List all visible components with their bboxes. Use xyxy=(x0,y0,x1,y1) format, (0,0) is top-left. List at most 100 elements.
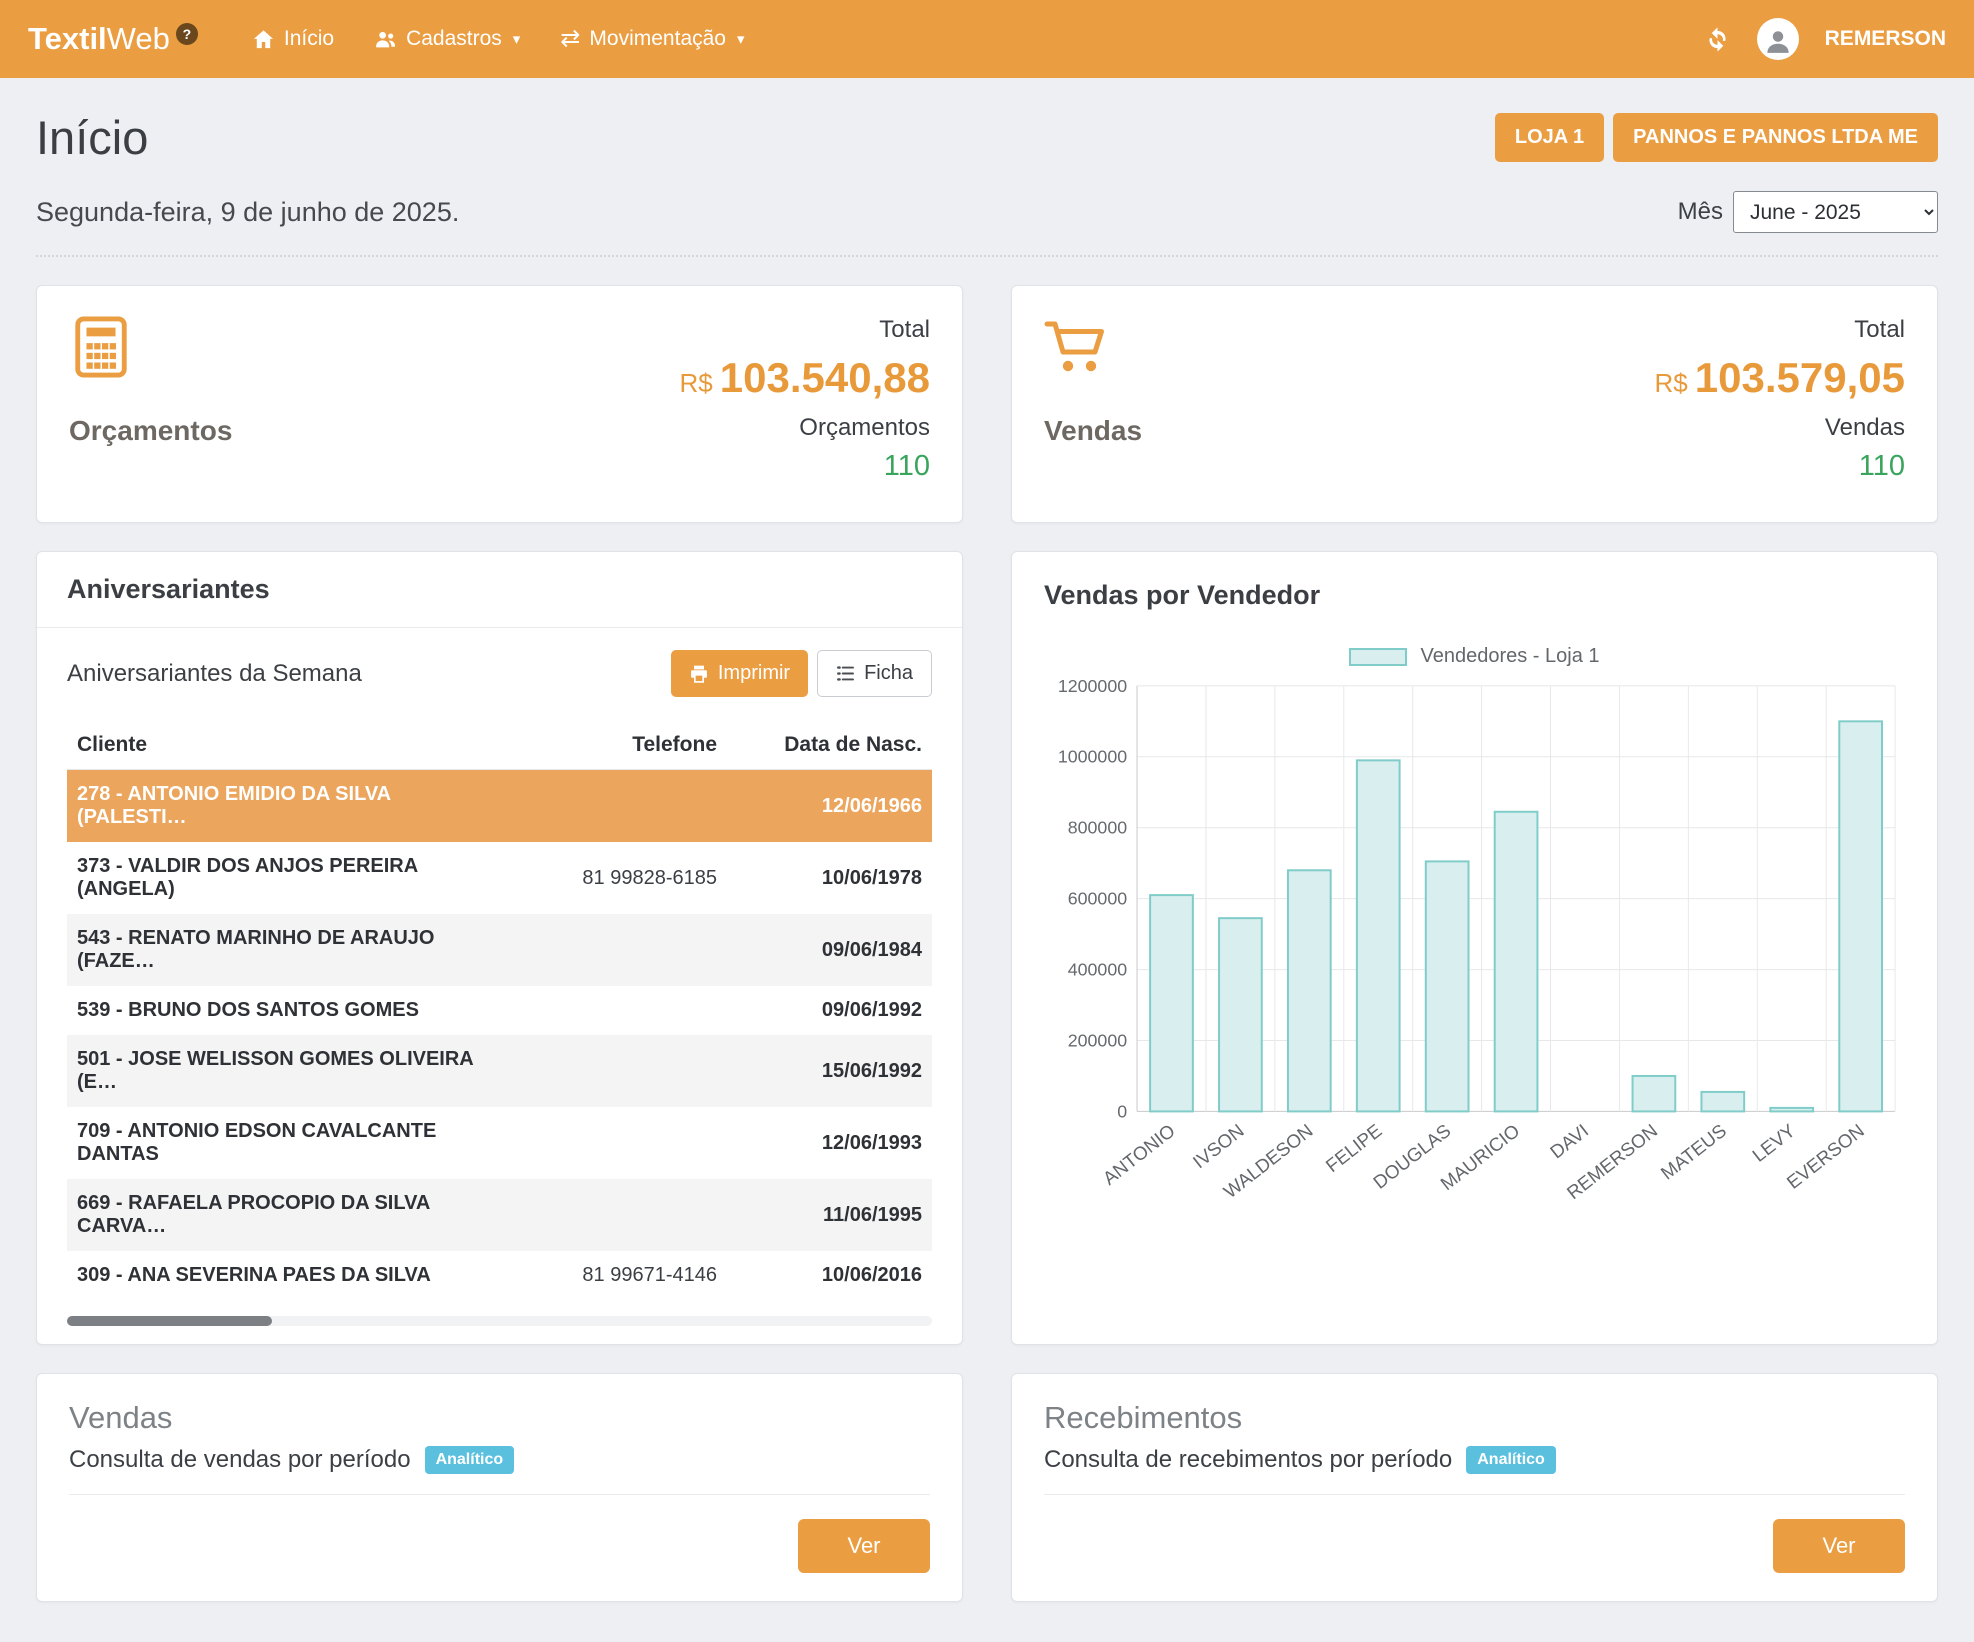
birthdate-cell: 09/06/1992 xyxy=(727,986,932,1035)
vendas-chart-svg: 020000040000060000080000010000001200000A… xyxy=(1044,674,1905,1228)
analitico-badge: Analítico xyxy=(1466,1446,1556,1474)
refresh-icon[interactable] xyxy=(1704,26,1731,53)
nav-item-inicio[interactable]: Início xyxy=(232,0,354,78)
ver-vendas-button[interactable]: Ver xyxy=(798,1519,930,1573)
navbar-right: REMERSON xyxy=(1704,18,1946,60)
nav-item-cadastros[interactable]: Cadastros ▾ xyxy=(354,0,540,78)
x-tick-label: ANTONIO xyxy=(1099,1120,1179,1189)
table-row[interactable]: 669 - RAFAELA PROCOPIO DA SILVA CARVA… 11… xyxy=(67,1179,932,1251)
page-date: Segunda-feira, 9 de junho de 2025. xyxy=(36,197,459,228)
birthdate-cell: 12/06/1966 xyxy=(727,770,932,843)
phone-cell xyxy=(502,1179,727,1251)
birthdays-table: Cliente Telefone Data de Nasc. 278 - ANT… xyxy=(67,721,932,1300)
table-row[interactable]: 709 - ANTONIO EDSON CAVALCANTE DANTAS 12/… xyxy=(67,1107,932,1179)
vendas-report-card: Vendas Consulta de vendas por período An… xyxy=(36,1373,963,1602)
ficha-button[interactable]: Ficha xyxy=(817,650,932,697)
calculator-icon xyxy=(69,316,232,383)
table-row[interactable]: 278 - ANTONIO EMIDIO DA SILVA (PALESTI… 1… xyxy=(67,770,932,843)
username[interactable]: REMERSON xyxy=(1825,27,1946,51)
aniversariantes-card: Aniversariantes Aniversariantes da Seman… xyxy=(36,551,963,1345)
table-row[interactable]: 539 - BRUNO DOS SANTOS GOMES09/06/1992 xyxy=(67,986,932,1035)
imprimir-button[interactable]: Imprimir xyxy=(671,650,808,697)
table-scrollbar-track xyxy=(67,1316,932,1326)
navbar: TextilWeb ? Início Cadastros ▾ ⇄ Movimen… xyxy=(0,0,1974,78)
y-tick-label: 200000 xyxy=(1068,1030,1127,1050)
orcamentos-total-value: R$103.540,88 xyxy=(680,354,930,402)
recebimentos-report-description: Consulta de recebimentos por período xyxy=(1044,1446,1452,1474)
nav-label: Cadastros xyxy=(406,27,502,51)
chart-legend[interactable]: Vendedores - Loja 1 xyxy=(1044,645,1905,668)
birthdate-cell: 12/06/1993 xyxy=(727,1107,932,1179)
avatar[interactable] xyxy=(1757,18,1799,60)
client-cell: 543 - RENATO MARINHO DE ARAUJO (FAZE… xyxy=(67,914,502,986)
company-button[interactable]: PANNOS E PANNOS LTDA ME xyxy=(1613,113,1938,162)
money-value: 103.540,88 xyxy=(720,354,930,401)
orcamentos-count: 110 xyxy=(680,450,930,483)
summary-row: Orçamentos Total R$103.540,88 Orçamentos… xyxy=(36,285,1938,523)
ver-recebimentos-button[interactable]: Ver xyxy=(1773,1519,1905,1573)
orcamentos-label: Orçamentos xyxy=(69,415,232,447)
home-icon xyxy=(252,28,275,51)
month-picker: Mês June - 2025 xyxy=(1678,191,1938,233)
table-row[interactable]: 501 - JOSE WELISSON GOMES OLIVEIRA (E…15… xyxy=(67,1035,932,1107)
analitico-badge: Analítico xyxy=(425,1446,515,1474)
vendas-total-value: R$103.579,05 xyxy=(1655,354,1905,402)
phone-cell xyxy=(502,914,727,986)
y-tick-label: 1000000 xyxy=(1058,747,1127,767)
vendas-count: 110 xyxy=(1655,450,1905,483)
page-title: Início xyxy=(36,110,148,165)
list-icon xyxy=(836,664,855,683)
brand-web: Web xyxy=(107,21,170,57)
help-icon[interactable]: ? xyxy=(176,23,198,45)
brand-textil: Textil xyxy=(28,21,107,57)
bar-waldeson xyxy=(1288,870,1331,1111)
total-label: Total xyxy=(1655,316,1905,344)
table-header-row: Cliente Telefone Data de Nasc. xyxy=(67,721,932,770)
middle-row: Aniversariantes Aniversariantes da Seman… xyxy=(36,551,1938,1345)
month-select[interactable]: June - 2025 xyxy=(1733,191,1938,233)
store-button[interactable]: LOJA 1 xyxy=(1495,113,1604,162)
header-row: Início LOJA 1 PANNOS E PANNOS LTDA ME xyxy=(36,110,1938,165)
birthdate-cell: 10/06/2016 xyxy=(727,1251,932,1300)
chevron-down-icon: ▾ xyxy=(737,30,745,48)
y-tick-label: 400000 xyxy=(1068,960,1127,980)
brand-logo[interactable]: TextilWeb ? xyxy=(28,21,198,57)
bar-antonio xyxy=(1150,895,1193,1111)
exchange-icon: ⇄ xyxy=(560,27,580,51)
chart-card: Vendas por Vendedor Vendedores - Loja 1 … xyxy=(1011,551,1938,1345)
imprimir-label: Imprimir xyxy=(718,662,790,685)
client-cell: 278 - ANTONIO EMIDIO DA SILVA (PALESTI… xyxy=(67,770,502,843)
table-row[interactable]: 543 - RENATO MARINHO DE ARAUJO (FAZE…09/… xyxy=(67,914,932,986)
chart-title: Vendas por Vendedor xyxy=(1044,580,1905,611)
phone-cell xyxy=(502,1035,727,1107)
column-data-nasc: Data de Nasc. xyxy=(727,721,932,770)
phone-cell xyxy=(502,986,727,1035)
ficha-label: Ficha xyxy=(864,662,913,685)
table-row[interactable]: 309 - ANA SEVERINA PAES DA SILVA81 99671… xyxy=(67,1251,932,1300)
count-label: Orçamentos xyxy=(680,414,930,442)
x-tick-label: MATEUS xyxy=(1657,1120,1731,1184)
phone-cell: 81 99671-4146 xyxy=(502,1251,727,1300)
birthdate-cell: 11/06/1995 xyxy=(727,1179,932,1251)
column-telefone: Telefone xyxy=(502,721,727,770)
x-tick-label: DAVI xyxy=(1546,1120,1592,1163)
month-label: Mês xyxy=(1678,198,1723,226)
vendas-report-title: Vendas xyxy=(69,1400,930,1436)
birthdays-table-body: 278 - ANTONIO EMIDIO DA SILVA (PALESTI… 1… xyxy=(67,770,932,1301)
phone-cell xyxy=(502,1107,727,1179)
client-cell: 309 - ANA SEVERINA PAES DA SILVA xyxy=(67,1251,502,1300)
aniversariantes-title: Aniversariantes xyxy=(67,574,932,605)
currency-symbol: R$ xyxy=(1655,368,1688,398)
nav-item-movimentacao[interactable]: ⇄ Movimentação ▾ xyxy=(540,0,764,78)
table-row[interactable]: 373 - VALDIR DOS ANJOS PEREIRA (ANGELA)8… xyxy=(67,842,932,914)
client-cell: 709 - ANTONIO EDSON CAVALCANTE DANTAS xyxy=(67,1107,502,1179)
table-scrollbar-thumb[interactable] xyxy=(67,1316,272,1326)
vendas-card: Vendas Total R$103.579,05 Vendas 110 xyxy=(1011,285,1938,523)
x-tick-label: IVSON xyxy=(1189,1120,1248,1173)
client-cell: 669 - RAFAELA PROCOPIO DA SILVA CARVA… xyxy=(67,1179,502,1251)
x-tick-label: LEVY xyxy=(1748,1120,1799,1166)
main-nav: Início Cadastros ▾ ⇄ Movimentação ▾ xyxy=(232,0,765,78)
x-tick-label: FELIPE xyxy=(1322,1120,1386,1176)
vendas-report-description: Consulta de vendas por período xyxy=(69,1446,411,1474)
column-cliente: Cliente xyxy=(67,721,502,770)
